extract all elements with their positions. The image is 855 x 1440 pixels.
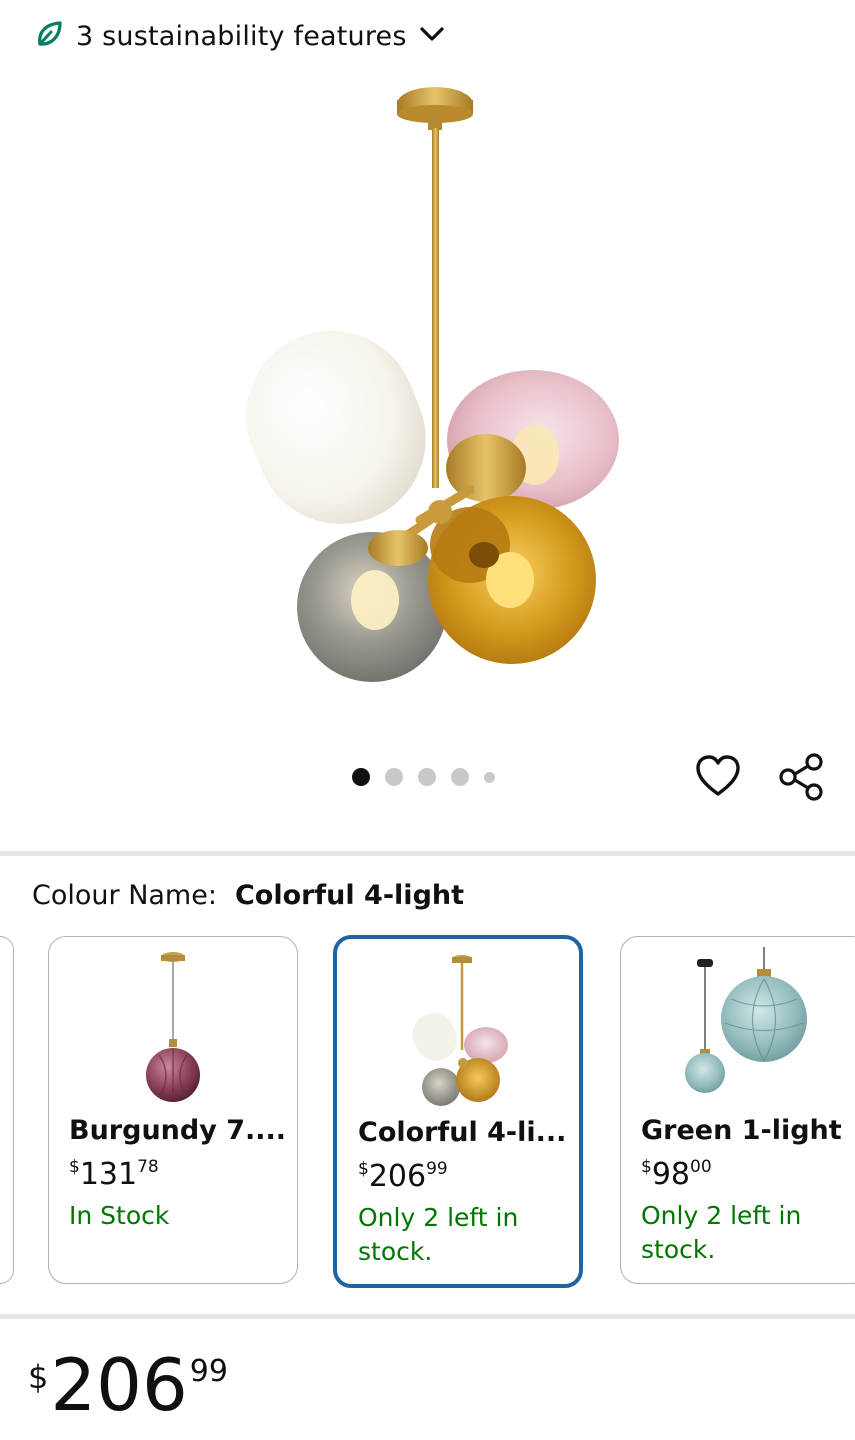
colour-name-row: Colour Name: Colorful 4-light — [32, 880, 464, 911]
leaf-icon — [34, 19, 64, 53]
product-image[interactable] — [0, 70, 855, 760]
variant-name: Green 1-light — [641, 1115, 842, 1146]
price-fraction: 99 — [189, 1354, 228, 1389]
variant-price: $13178 — [69, 1157, 159, 1192]
price-whole: 206 — [50, 1343, 188, 1427]
pagination-dot[interactable] — [418, 768, 436, 786]
heart-icon[interactable] — [694, 752, 742, 804]
section-divider — [0, 1314, 855, 1319]
section-divider — [0, 851, 855, 856]
variant-stock-status: Only 2 left in stock. — [641, 1201, 802, 1264]
variant-price: $20699 — [358, 1159, 448, 1194]
pagination-dot[interactable] — [451, 768, 469, 786]
variant-card-colorful[interactable]: Colorful 4-li... $20699 Only 2 left in s… — [333, 935, 583, 1288]
variant-card-green[interactable]: Green 1-light $9800 Only 2 left in stock… — [620, 936, 855, 1284]
variant-price: $9800 — [641, 1157, 712, 1192]
pagination-dot[interactable] — [385, 768, 403, 786]
pagination-dot[interactable] — [352, 768, 370, 786]
image-pagination[interactable] — [352, 768, 495, 786]
variant-thumbnail — [49, 943, 297, 1113]
colour-name-label: Colour Name: — [32, 880, 217, 911]
variant-thumbnail — [337, 945, 579, 1115]
variant-name: Colorful 4-li... — [358, 1117, 567, 1148]
colour-name-value: Colorful 4-light — [234, 880, 465, 911]
variant-card-partial[interactable] — [0, 936, 14, 1284]
variant-stock-status: In Stock — [69, 1201, 170, 1230]
variant-name: Burgundy 7.... — [69, 1115, 287, 1146]
sustainability-features-dropdown[interactable]: 3 sustainability features — [34, 14, 445, 58]
pagination-dot[interactable] — [484, 771, 495, 783]
product-price: $ 206 99 — [28, 1340, 228, 1430]
sustainability-features-label: 3 sustainability features — [76, 20, 407, 52]
chevron-down-icon — [419, 24, 445, 48]
variant-thumbnail — [621, 943, 855, 1113]
price-currency: $ — [28, 1358, 49, 1396]
share-icon[interactable] — [778, 752, 826, 806]
variant-card-burgundy[interactable]: Burgundy 7.... $13178 In Stock — [48, 936, 298, 1284]
variant-stock-status: Only 2 left in stock. — [358, 1203, 519, 1266]
